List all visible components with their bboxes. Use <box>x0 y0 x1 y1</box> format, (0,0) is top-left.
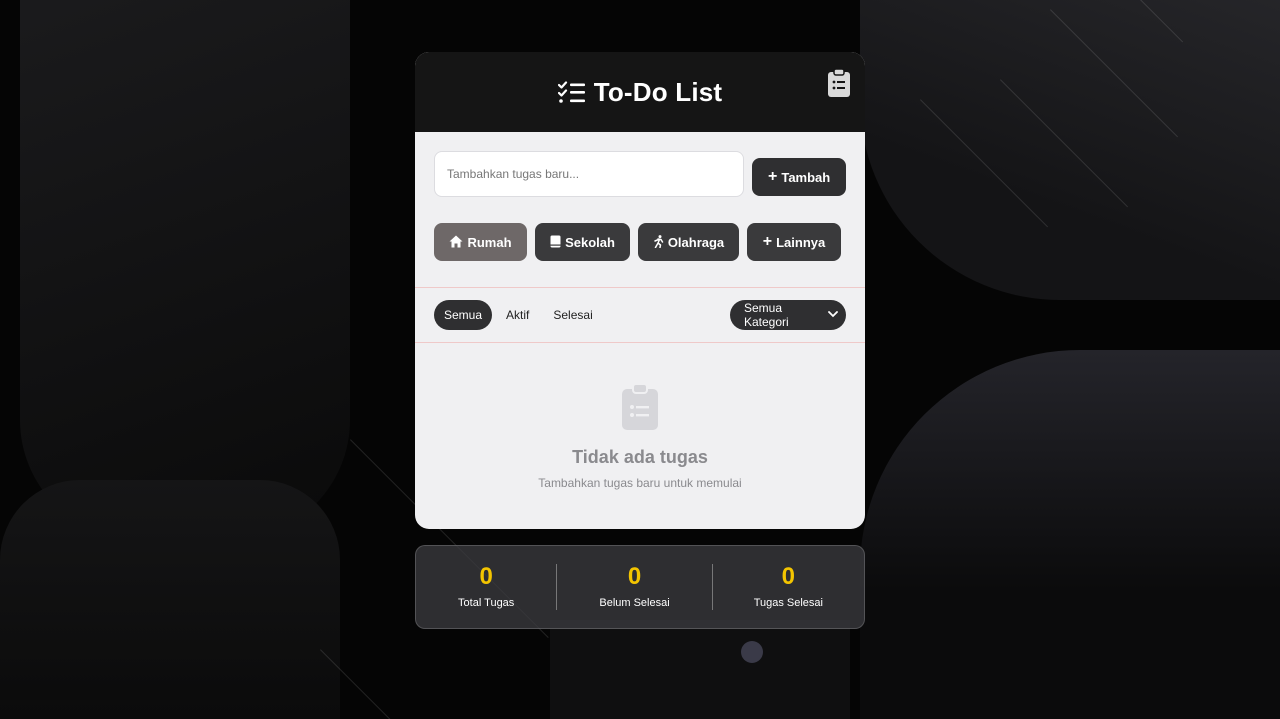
stat-label: Total Tugas <box>458 597 515 609</box>
background-shape <box>860 350 1280 719</box>
filter-tab-aktif[interactable]: Aktif <box>496 300 539 330</box>
clipboard-list-icon <box>621 383 659 431</box>
stat-label: Belum Selesai <box>599 597 670 609</box>
todo-card: To-Do List + Tambah Rumah <box>415 52 865 529</box>
category-label: Olahraga <box>667 234 725 250</box>
stat-value: 0 <box>781 563 796 590</box>
stat-value: 0 <box>479 563 493 590</box>
filter-tab-selesai[interactable]: Selesai <box>543 300 602 330</box>
category-label: Sekolah <box>565 234 615 250</box>
clipboard-list-icon[interactable] <box>827 68 851 98</box>
filter-tab-semua[interactable]: Semua <box>434 300 493 330</box>
add-task-button[interactable]: + Tambah <box>752 158 846 196</box>
category-lainnya-button[interactable]: + Lainnya <box>747 223 841 261</box>
title-wrap: To-Do List <box>557 76 723 108</box>
stat-label: Tugas Selesai <box>753 597 823 609</box>
empty-state-title: Tidak ada tugas <box>572 447 708 467</box>
home-icon <box>449 235 463 250</box>
stat-pending: 0 Belum Selesai <box>557 546 711 628</box>
plus-icon: + <box>768 168 778 185</box>
stat-total: 0 Total Tugas <box>416 546 556 628</box>
decorative-dot <box>741 641 763 663</box>
card-header: To-Do List <box>415 52 865 132</box>
background-shape <box>0 480 340 719</box>
empty-state: Tidak ada tugas Tambahkan tugas baru unt… <box>415 343 865 490</box>
category-label: Lainnya <box>776 234 826 250</box>
category-row: Rumah Sekolah Olahraga + Lainnya <box>415 197 865 287</box>
task-input[interactable] <box>434 151 745 197</box>
filter-row: Semua Aktif Selesai Semua Kategori <box>415 288 865 342</box>
page-title: To-Do List <box>593 76 723 107</box>
category-sekolah-button[interactable]: Sekolah <box>535 223 630 261</box>
background-shape <box>550 620 850 719</box>
category-filter-select[interactable]: Semua Kategori <box>730 300 846 330</box>
plus-icon: + <box>762 233 773 250</box>
list-check-icon <box>557 80 586 104</box>
input-row: + Tambah <box>415 132 865 197</box>
category-select-value: Semua Kategori <box>744 301 789 329</box>
chevron-down-icon <box>828 310 838 321</box>
stat-completed: 0 Tugas Selesai <box>713 546 864 628</box>
stat-value: 0 <box>627 563 642 590</box>
category-rumah-button[interactable]: Rumah <box>434 223 527 261</box>
book-icon <box>550 235 561 250</box>
running-icon <box>653 234 664 250</box>
category-label: Rumah <box>467 234 512 250</box>
background-shape <box>20 0 350 540</box>
stats-bar: 0 Total Tugas 0 Belum Selesai 0 Tugas Se… <box>415 545 865 629</box>
empty-state-subtitle: Tambahkan tugas baru untuk memulai <box>538 476 742 490</box>
category-olahraga-button[interactable]: Olahraga <box>638 223 739 261</box>
add-button-label: Tambah <box>781 169 831 185</box>
